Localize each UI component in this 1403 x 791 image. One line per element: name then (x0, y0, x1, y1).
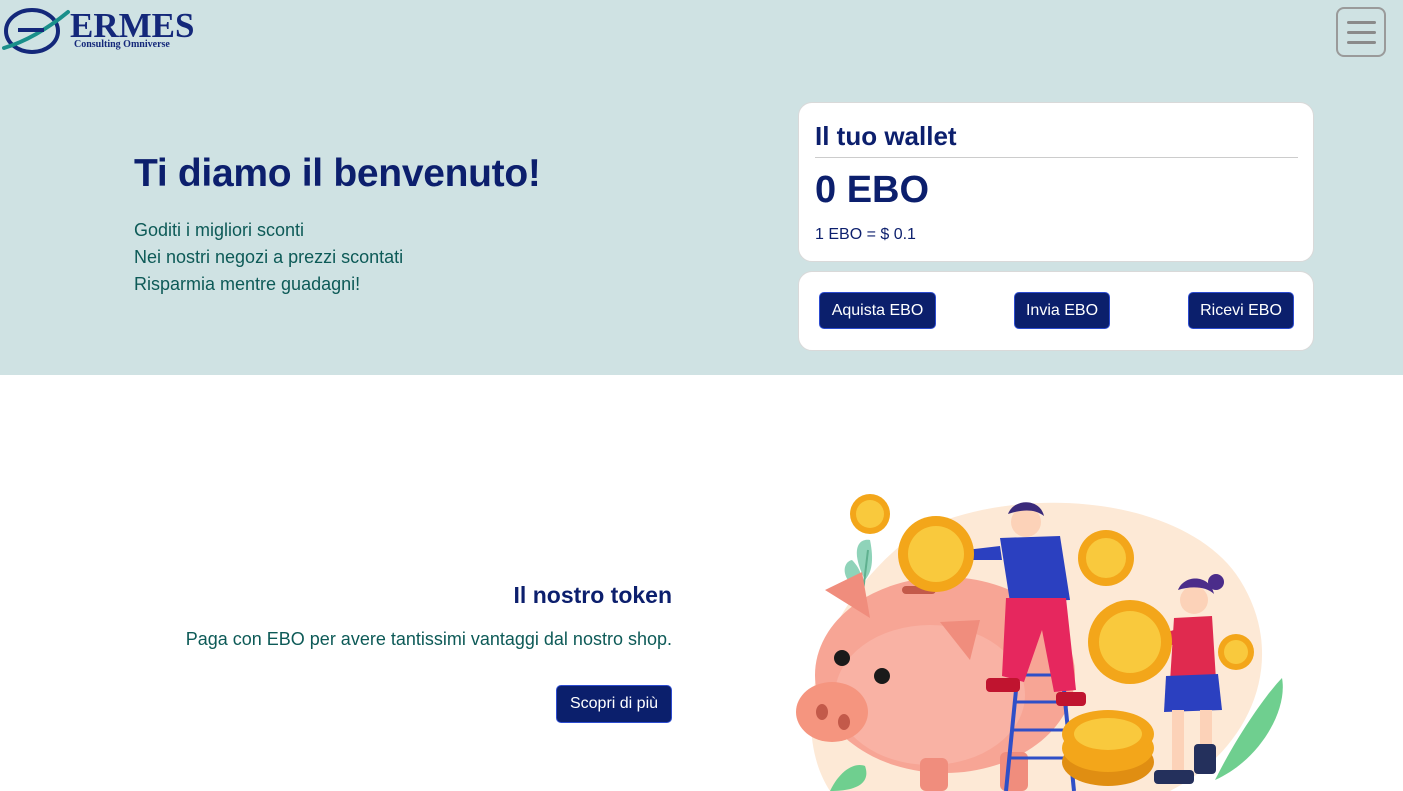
wallet-balance: 0 EBO (815, 169, 930, 211)
brand-logo[interactable]: ERMES Consulting Omniverse (0, 4, 200, 58)
menu-bar (1347, 31, 1376, 34)
hero-section: ERMES Consulting Omniverse Ti diamo il b… (0, 0, 1403, 375)
brand-tagline: Consulting Omniverse (74, 39, 170, 50)
coin-icon (1078, 530, 1134, 586)
menu-bar (1347, 21, 1376, 24)
divider (815, 157, 1298, 158)
wallet-card: Il tuo wallet 0 EBO 1 EBO = $ 0.1 (798, 102, 1314, 262)
logo-orbit-icon (2, 8, 70, 54)
learn-more-button[interactable]: Scopri di più (556, 685, 672, 723)
wallet-actions-card: Aquista EBO Invia EBO Ricevi EBO (798, 271, 1314, 351)
hamburger-menu-icon[interactable] (1336, 7, 1386, 57)
coin-icon (1088, 600, 1172, 684)
coin-icon (850, 494, 890, 534)
welcome-title: Ti diamo il benvenuto! (134, 152, 541, 195)
coin-stack-icon (1062, 710, 1154, 786)
exchange-rate: 1 EBO = $ 0.1 (815, 226, 916, 243)
wallet-title: Il tuo wallet (815, 121, 957, 151)
menu-bar (1347, 41, 1376, 44)
token-description: Paga con EBO per avere tantissimi vantag… (185, 629, 672, 649)
welcome-line: Nei nostri negozi a prezzi scontati (134, 247, 404, 267)
token-title: Il nostro token (513, 582, 672, 608)
welcome-line: Goditi i migliori sconti (134, 220, 305, 240)
receive-ebo-button[interactable]: Ricevi EBO (1188, 292, 1294, 329)
buy-ebo-button[interactable]: Aquista EBO (819, 292, 936, 329)
piggy-bank-coins-illustration (770, 490, 1300, 791)
coin-icon (898, 516, 974, 592)
send-ebo-button[interactable]: Invia EBO (1014, 292, 1110, 329)
brand-name: ERMES (70, 6, 195, 45)
welcome-line: Risparmia mentre guadagni! (134, 274, 361, 294)
welcome-subtitle: Goditi i migliori sconti Nei nostri nego… (134, 217, 403, 298)
coin-icon (1218, 634, 1254, 670)
